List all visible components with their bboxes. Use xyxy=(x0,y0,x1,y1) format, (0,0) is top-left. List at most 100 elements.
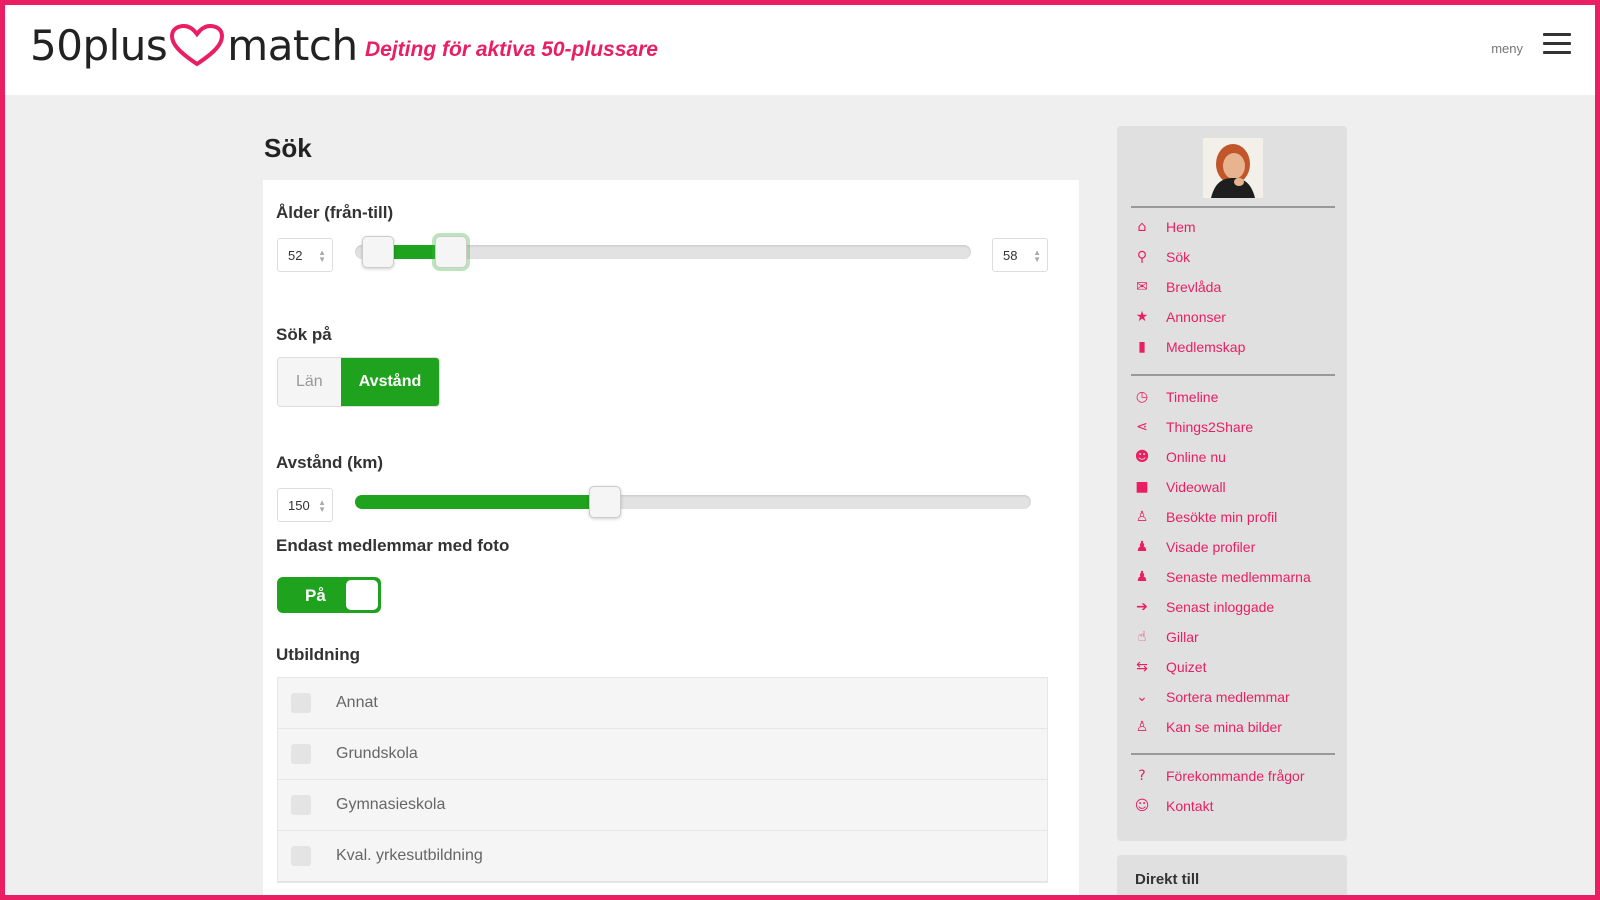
search-on-distance-button[interactable]: Avstånd xyxy=(340,358,440,406)
sidebar-divider xyxy=(1131,753,1335,755)
distance-value: 150 xyxy=(288,498,310,513)
age-from-value: 52 xyxy=(288,248,303,263)
app-frame: 50plus match Dejting för aktiva 50-pluss… xyxy=(5,5,1595,895)
sidebar-item[interactable]: ★ Annonser xyxy=(1132,309,1226,325)
sidebar-item-label: Sök xyxy=(1166,249,1191,265)
sidebar-item[interactable]: ➔ Senast inloggade xyxy=(1132,599,1274,615)
distance-slider[interactable] xyxy=(355,495,1031,509)
sidebar-item[interactable]: ♙ Kan se mina bilder xyxy=(1132,719,1282,735)
membership-icon: ▮ xyxy=(1138,339,1146,355)
tagline: Dejting för aktiva 50-plussare xyxy=(365,38,658,61)
ad-icon: ★ xyxy=(1135,309,1149,325)
question-icon: ? xyxy=(1138,768,1146,784)
sidebar-item[interactable]: ⌄ Sortera medlemmar xyxy=(1132,689,1290,705)
sidebar-item[interactable]: ⚲ Sök xyxy=(1132,249,1190,265)
sidebar-item[interactable]: ■ Videowall xyxy=(1132,479,1225,495)
sidebar-item[interactable]: ♙ Besökte min profil xyxy=(1132,509,1278,525)
avatar[interactable] xyxy=(1203,138,1263,198)
logo-text-left: 50plus xyxy=(30,21,168,70)
education-item-label: Kval. yrkesutbildning xyxy=(336,847,483,864)
header: 50plus match Dejting för aktiva 50-pluss… xyxy=(5,5,1595,95)
logo[interactable]: 50plus match xyxy=(30,21,358,70)
sidebar-item[interactable]: ☝ Gillar xyxy=(1132,629,1199,645)
sidebar-item-label: Online nu xyxy=(1166,449,1226,465)
home-icon: ⌂ xyxy=(1137,219,1147,235)
support-icon: ☺ xyxy=(1134,798,1150,814)
chevron-down-icon: ⌄ xyxy=(1136,689,1148,705)
spinner-icon[interactable]: ▲ ▼ xyxy=(1033,249,1041,264)
age-to-input[interactable]: 58 ▲ ▼ xyxy=(992,238,1048,272)
sidebar-item[interactable]: ⋖ Things2Share xyxy=(1132,419,1253,435)
sidebar-item-label: Förekommande frågor xyxy=(1166,768,1305,784)
photo-only-toggle[interactable]: På xyxy=(277,577,381,613)
sidebar-item[interactable]: ♟ Senaste medlemmarna xyxy=(1132,569,1311,585)
photo-only-label: Endast medlemmar med foto xyxy=(276,536,510,555)
sidebar-divider xyxy=(1131,374,1335,376)
sidebar-item-label: Sortera medlemmar xyxy=(1166,689,1290,705)
sidebar-item-label: Things2Share xyxy=(1166,419,1254,435)
sidebar-item[interactable]: ✉ Brevlåda xyxy=(1132,279,1221,295)
search-on-segmented: Län Avstånd xyxy=(277,357,441,407)
sidebar-item-label: Gillar xyxy=(1166,629,1199,645)
sidebar-item-label: Hem xyxy=(1166,219,1196,235)
menu-label[interactable]: meny xyxy=(1491,41,1523,56)
search-on-label: Sök på xyxy=(276,325,332,344)
education-list: Annat Grundskola Gymnasieskola Kval. yrk… xyxy=(277,677,1048,883)
toggle-knob xyxy=(346,580,378,610)
sign-in-icon: ➔ xyxy=(1136,599,1148,615)
sidebar-item[interactable]: ⌂ Hem xyxy=(1132,219,1196,235)
distance-input[interactable]: 150 ▲ ▼ xyxy=(277,488,333,522)
checkbox[interactable] xyxy=(291,693,311,713)
spinner-icon[interactable]: ▲ ▼ xyxy=(318,249,326,264)
age-to-handle[interactable] xyxy=(435,236,467,268)
hamburger-menu-icon[interactable] xyxy=(1543,33,1571,57)
sidebar-item[interactable]: ◷ Timeline xyxy=(1132,389,1219,405)
search-icon: ⚲ xyxy=(1136,249,1148,265)
user-plus-icon: ♟ xyxy=(1135,569,1149,585)
sidebar-item-label: Brevlåda xyxy=(1166,279,1222,295)
list-item[interactable]: Gymnasieskola xyxy=(278,780,1047,831)
checkbox[interactable] xyxy=(291,846,311,866)
retweet-icon: ⇆ xyxy=(1136,659,1148,675)
age-label: Ålder (från-till) xyxy=(276,203,394,222)
checkbox[interactable] xyxy=(291,795,311,815)
age-to-value: 58 xyxy=(1003,248,1018,263)
avatar-image xyxy=(1203,138,1263,198)
age-from-handle[interactable] xyxy=(362,236,394,268)
sidebar-item-label: Medlemskap xyxy=(1166,339,1246,355)
sidebar-item[interactable]: ⇆ Quizet xyxy=(1132,659,1206,675)
user-icon: ♟ xyxy=(1135,539,1149,555)
page-title: Sök xyxy=(264,133,312,163)
sidebar-item[interactable]: ☻ Online nu xyxy=(1132,449,1226,465)
envelope-icon: ✉ xyxy=(1136,279,1148,295)
sidebar-item-label: Kontakt xyxy=(1166,798,1214,814)
sidebar-item-label: Kan se mina bilder xyxy=(1166,719,1282,735)
age-from-input[interactable]: 52 ▲ ▼ xyxy=(277,238,333,272)
sidebar-item-label: Senast inloggade xyxy=(1166,599,1275,615)
sidebar-bottom-title: Direkt till xyxy=(1135,871,1200,888)
clock-icon: ◷ xyxy=(1135,389,1149,405)
visitor-icon: ♙ xyxy=(1135,509,1149,525)
spinner-icon[interactable]: ▲ ▼ xyxy=(318,499,326,514)
distance-fill xyxy=(355,495,605,509)
sidebar: ⌂ Hem ⚲ Sök ✉ Brevlåda ★ Annonser ▮ Medlemskap ◷ T… xyxy=(1117,126,1347,841)
sidebar-item[interactable]: ♟ Visade profiler xyxy=(1132,539,1256,555)
list-item[interactable]: Annat xyxy=(278,678,1047,729)
sidebar-item-label: Timeline xyxy=(1166,389,1219,405)
sidebar-divider xyxy=(1131,206,1335,208)
list-item[interactable]: Grundskola xyxy=(278,729,1047,780)
thumbs-up-icon: ☝ xyxy=(1137,629,1147,645)
sidebar-item[interactable]: ? Förekommande frågor xyxy=(1132,768,1305,784)
sidebar-item-label: Annonser xyxy=(1166,309,1226,325)
checkbox[interactable] xyxy=(291,744,311,764)
list-item[interactable]: Kval. yrkesutbildning xyxy=(278,831,1047,882)
toggle-label: På xyxy=(305,586,326,605)
sidebar-item-label: Quizet xyxy=(1166,659,1207,675)
education-label: Utbildning xyxy=(276,645,361,664)
sidebar-item-label: Senaste medlemmarna xyxy=(1166,569,1311,585)
distance-handle[interactable] xyxy=(589,486,621,518)
sidebar-item-label: Besökte min profil xyxy=(1166,509,1278,525)
search-on-county-button[interactable]: Län xyxy=(278,358,341,406)
sidebar-item[interactable]: ☺ Kontakt xyxy=(1132,798,1214,814)
sidebar-item[interactable]: ▮ Medlemskap xyxy=(1132,339,1245,355)
